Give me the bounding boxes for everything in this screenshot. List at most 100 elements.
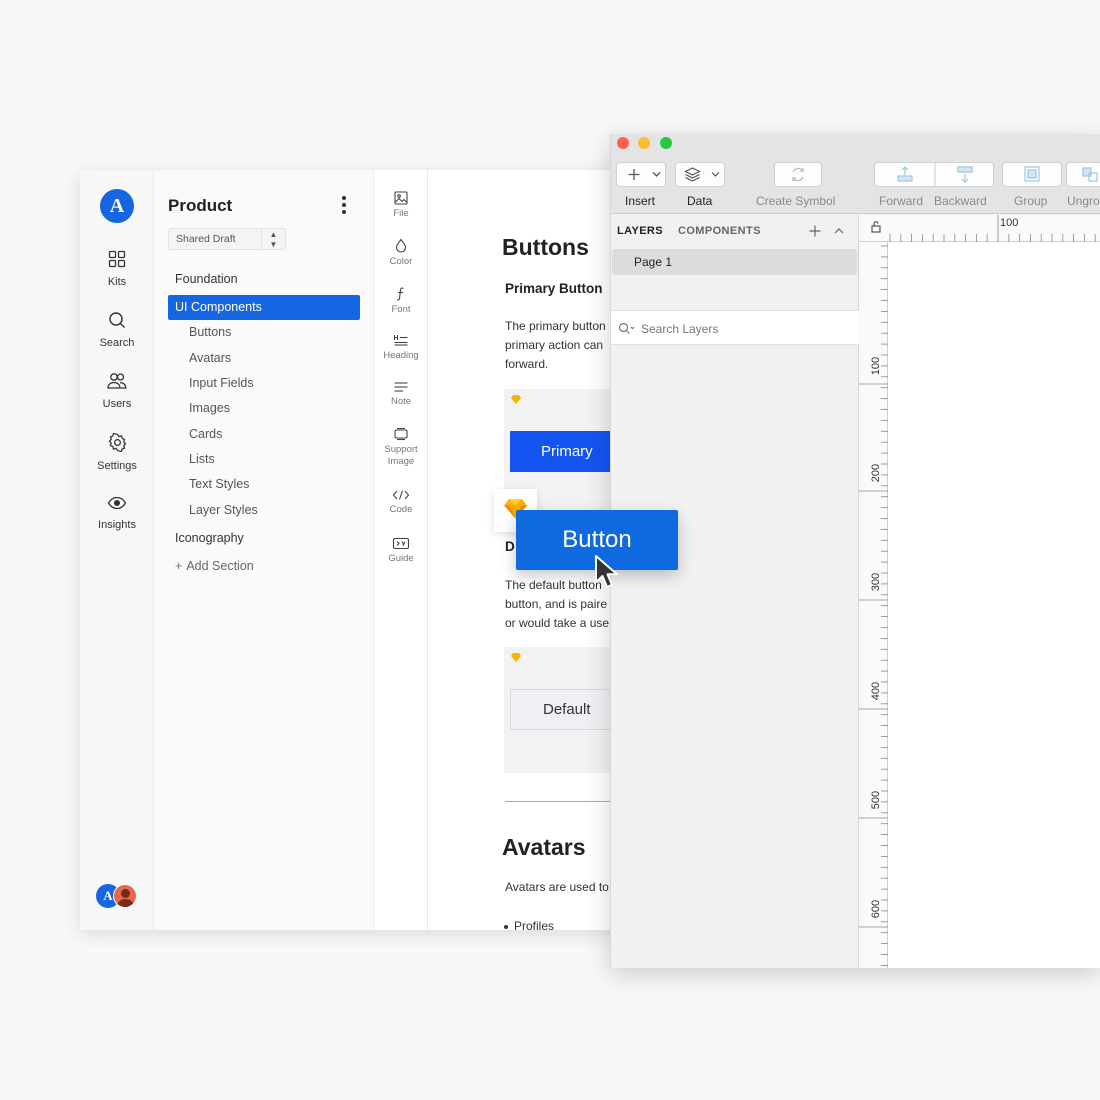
- ruler-number: 600: [870, 899, 882, 919]
- sketch-toolbar: Insert Data Create Symbol Forward Backwa…: [611, 134, 1100, 214]
- sidebar-item-ui-components[interactable]: UI Components: [168, 295, 360, 320]
- grid-icon: [108, 250, 126, 268]
- sidebar-item-layer-styles[interactable]: Layer Styles: [182, 498, 360, 523]
- tool-label: Font: [391, 304, 411, 315]
- block-tools: File Color Font Heading Note Support Ima…: [374, 170, 428, 930]
- group-label[interactable]: Group: [1014, 194, 1047, 208]
- tool-label: File: [393, 208, 409, 219]
- sketch-icon: [511, 653, 521, 662]
- sidebar-item-cards[interactable]: Cards: [182, 422, 360, 447]
- insert-label[interactable]: Insert: [625, 194, 655, 208]
- ungroup-button[interactable]: [1066, 162, 1100, 187]
- search-layers-field[interactable]: [611, 310, 859, 345]
- ruler-number: 400: [870, 681, 882, 701]
- tool-label: Color: [389, 256, 413, 267]
- layers-icon: [684, 167, 720, 182]
- rail-label: Search: [99, 337, 135, 349]
- layers-panel: LAYERS COMPONENTS Page 1: [611, 215, 859, 968]
- tool-color[interactable]: Color: [374, 238, 428, 268]
- sidebar-item-foundation[interactable]: Foundation: [168, 267, 360, 292]
- tool-file[interactable]: File: [374, 191, 428, 220]
- rail-item-kits[interactable]: Kits: [80, 250, 154, 290]
- left-rail: A Kits Search Users Settings Insights A: [80, 170, 154, 930]
- subsection-heading: D: [505, 539, 515, 554]
- add-page-icon[interactable]: [808, 224, 822, 238]
- add-section-button[interactable]: + Add Section: [168, 554, 360, 579]
- page-title: Product: [168, 196, 233, 215]
- collaborator-avatars[interactable]: A: [96, 884, 140, 910]
- droplet-icon: [395, 238, 407, 253]
- data-button[interactable]: [675, 162, 725, 187]
- draft-select[interactable]: Shared Draft ▲ ▼: [168, 228, 286, 250]
- sidebar-item-avatars[interactable]: Avatars: [182, 346, 360, 371]
- section-heading: Buttons: [502, 234, 589, 260]
- tab-layers[interactable]: LAYERS: [617, 225, 663, 237]
- rail-item-search[interactable]: Search: [80, 311, 154, 351]
- sidebar-item-buttons[interactable]: Buttons: [182, 320, 360, 345]
- sketch-icon: [511, 395, 521, 404]
- rail-label: Users: [102, 398, 132, 410]
- rail-label: Insights: [98, 519, 136, 531]
- app-logo[interactable]: A: [100, 189, 134, 223]
- code-icon: [392, 490, 410, 500]
- list-item: Profiles: [503, 919, 554, 930]
- zoom-window-button[interactable]: [660, 137, 672, 149]
- tool-label: Note: [390, 396, 412, 407]
- users-icon: [107, 373, 127, 389]
- search-icon: [109, 312, 125, 328]
- arrange-buttons[interactable]: [874, 162, 994, 187]
- group-button[interactable]: [1002, 162, 1062, 187]
- sidebar-item-text-styles[interactable]: Text Styles: [182, 472, 360, 497]
- tool-note[interactable]: Note: [374, 381, 428, 408]
- ruler-number: 100: [1000, 217, 1019, 229]
- minimize-window-button[interactable]: [638, 137, 650, 149]
- ruler-number: 300: [870, 572, 882, 592]
- horizontal-ruler: 100: [859, 215, 1100, 242]
- insert-button[interactable]: [616, 162, 666, 187]
- ruler-number: 200: [870, 463, 882, 483]
- forward-label[interactable]: Forward: [879, 194, 923, 208]
- ungroup-label[interactable]: Ungro: [1067, 194, 1100, 208]
- tab-components[interactable]: COMPONENTS: [678, 225, 761, 237]
- sidebar-item-iconography[interactable]: Iconography: [168, 526, 360, 551]
- ungroup-icon: [1082, 167, 1098, 182]
- font-icon: [396, 287, 404, 301]
- rail-item-users[interactable]: Users: [80, 372, 154, 412]
- collapse-icon[interactable]: [833, 225, 845, 237]
- group-icon: [1024, 166, 1040, 182]
- more-menu-icon[interactable]: [336, 194, 352, 216]
- close-window-button[interactable]: [617, 137, 629, 149]
- sidebar-item-input-fields[interactable]: Input Fields: [182, 371, 360, 396]
- sidebar-item-lists[interactable]: Lists: [182, 447, 360, 472]
- create-symbol-button[interactable]: [774, 162, 822, 187]
- file-image-icon: [394, 191, 408, 205]
- tool-code[interactable]: Code: [374, 489, 428, 516]
- tool-heading[interactable]: Heading: [374, 333, 428, 362]
- backward-label[interactable]: Backward: [934, 194, 987, 208]
- pointer-cursor-icon: [595, 555, 618, 588]
- ruler-number: 100: [870, 356, 882, 376]
- rail-item-settings[interactable]: Settings: [80, 433, 154, 474]
- tool-support-image[interactable]: Support Image: [374, 427, 428, 468]
- rail-item-insights[interactable]: Insights: [80, 495, 154, 533]
- support-image-icon: [394, 427, 408, 441]
- gear-icon: [108, 433, 126, 452]
- data-label[interactable]: Data: [687, 194, 712, 208]
- forward-backward-icon: [897, 163, 973, 186]
- draft-select-value: Shared Draft: [176, 233, 236, 245]
- page-list-item[interactable]: Page 1: [612, 249, 857, 275]
- tool-label: Heading: [383, 350, 419, 361]
- lock-icon[interactable]: [871, 221, 881, 233]
- rail-label: Settings: [97, 460, 137, 472]
- search-layers-input[interactable]: [641, 320, 841, 337]
- tool-guide[interactable]: Guide: [374, 537, 428, 565]
- create-symbol-label[interactable]: Create Symbol: [756, 194, 835, 208]
- plus-icon: +: [175, 559, 183, 573]
- rail-label: Kits: [107, 276, 127, 288]
- design-canvas[interactable]: [888, 242, 1100, 968]
- sidebar-item-images[interactable]: Images: [182, 396, 360, 421]
- tool-label: Guide: [388, 553, 414, 564]
- tool-font[interactable]: Font: [374, 286, 428, 316]
- eye-icon: [107, 496, 127, 510]
- add-section-label: Add Section: [186, 559, 254, 573]
